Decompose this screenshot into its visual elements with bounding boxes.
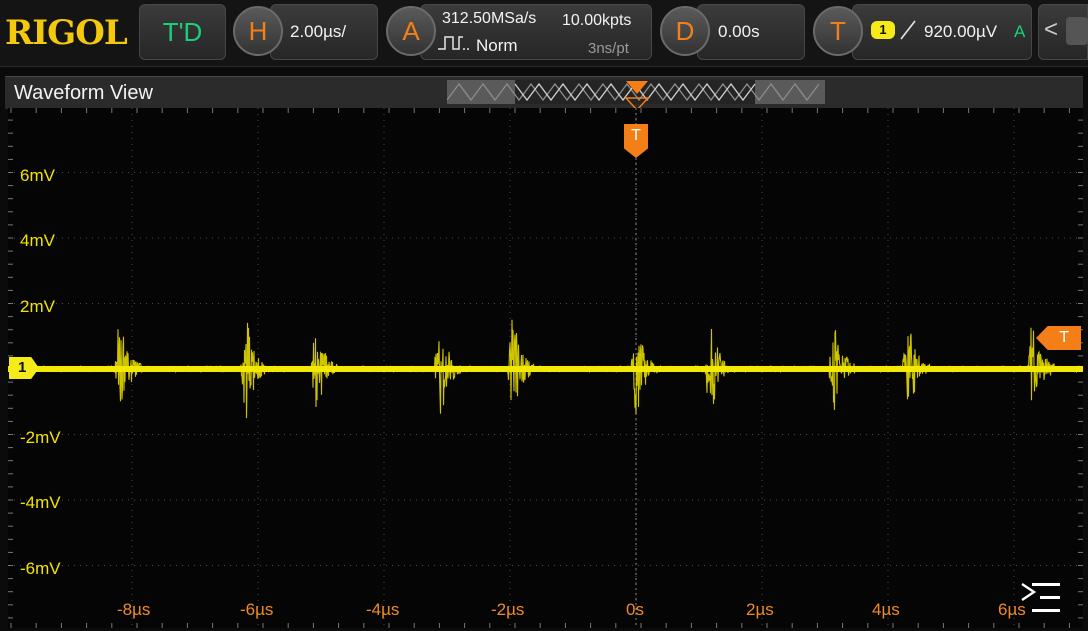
x-tick-label: -8µs [117,600,151,619]
acquire-key-button[interactable]: A [386,6,436,56]
x-tick-label: -2µs [491,600,525,619]
y-tick-label: -6mV [20,559,61,578]
acquire-mode: Norm [476,36,518,55]
horizontal-key-button[interactable]: H [233,6,283,56]
delay-value: 0.00s [718,22,760,41]
x-tick-label: 0s [626,600,644,619]
rising-edge-icon [899,19,917,46]
waveform-display[interactable] [8,108,1083,628]
time-resolution: 3ns/pt [588,40,629,57]
next-panel-stub[interactable] [1066,17,1088,45]
delay-key-button[interactable]: D [660,6,710,56]
y-tick-label: -4mV [20,493,61,512]
brand-logo: RIGOL [5,13,128,53]
x-tick-label: -6µs [240,600,274,619]
x-tick-label: 4µs [872,600,900,619]
view-title: Waveform View [14,82,153,104]
menu-collapse-icon[interactable] [1014,580,1064,616]
y-tick-label: 4mV [20,231,55,250]
x-tick-label: -4µs [366,600,400,619]
chevron-left-icon[interactable]: < [1044,16,1058,44]
y-tick-label: 6mV [20,166,55,185]
y-tick-label: -2mV [20,428,61,447]
trigger-key-button[interactable]: T [813,6,863,56]
y-tick-label: 2mV [20,297,55,316]
pulse-wave-icon [437,33,471,58]
sample-rate: 312.50MSa/s [442,10,537,27]
status-bar: RIGOL T'D H 2.00µs/ A 312.50MSa/s 10.00k… [0,0,1088,67]
display-mode-button[interactable]: T'D [139,4,226,60]
memory-depth: 10.00kpts [562,12,632,29]
x-tick-label: 2µs [746,600,774,619]
trigger-status: A [1014,22,1026,41]
trigger-level: 920.00µV [924,22,998,41]
horizontal-scale-value: 2.00µs/ [290,22,347,41]
trigger-source-badge: 1 [871,21,895,39]
